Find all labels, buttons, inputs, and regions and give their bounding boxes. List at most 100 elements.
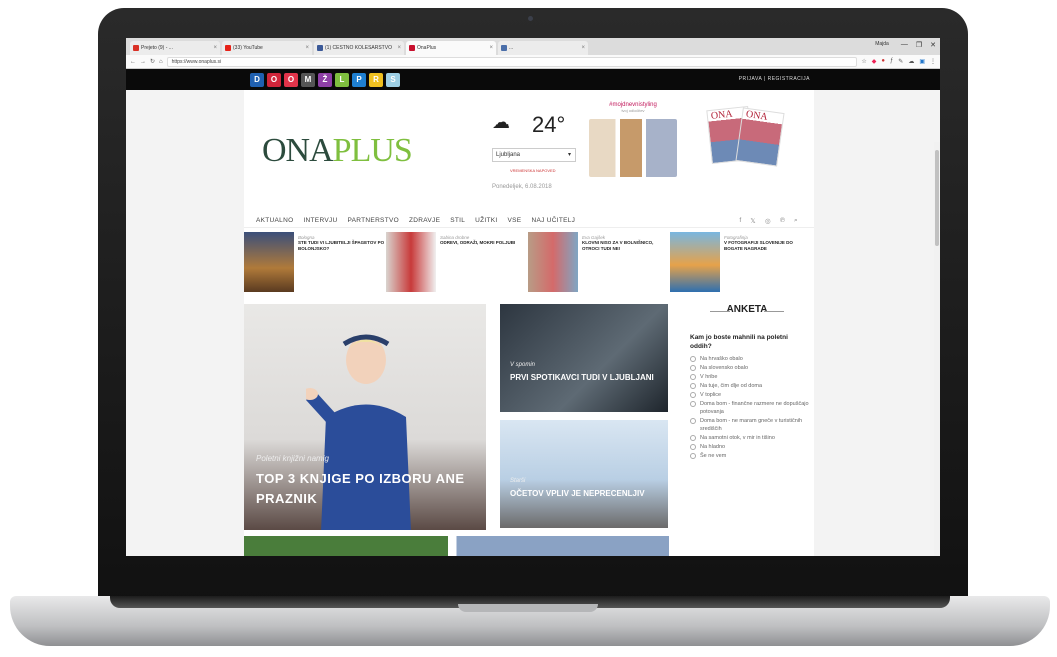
poll-option[interactable]: Doma bom - finančne razmere ne dopuščajo… xyxy=(690,400,810,416)
nav-item-intervju[interactable]: INTERVJU xyxy=(303,217,337,224)
magazine-covers[interactable]: ONA ONA xyxy=(706,104,785,167)
screen: Prejeto (9) - ... × (33) YouTube × (1) CES… xyxy=(126,38,940,556)
network-site-icon[interactable]: S xyxy=(386,72,400,87)
menu-icon[interactable]: ⋮ xyxy=(930,58,936,65)
poll-option[interactable]: V hribe xyxy=(690,373,810,381)
close-icon[interactable]: × xyxy=(305,41,309,55)
url-input[interactable]: https://www.onaplus.si xyxy=(166,56,858,67)
extension-icon[interactable]: ☁ xyxy=(908,58,914,65)
close-icon[interactable]: × xyxy=(489,41,493,55)
promo-banner[interactable]: #mojdnevnistyling tvoj odločitev xyxy=(589,102,677,200)
register-link[interactable]: REGISTRACIJA xyxy=(768,76,810,82)
hero-article[interactable]: Poletni knjižni namig TOP 3 KNJIGE PO IZ… xyxy=(244,304,486,530)
browser-tab[interactable]: ... × xyxy=(498,41,588,55)
browser-tab-active[interactable]: OnaPlus × xyxy=(406,41,496,55)
close-window-button[interactable]: ✕ xyxy=(930,41,936,49)
site-logo[interactable]: ONAPLUS xyxy=(262,132,413,170)
news-title: STE TUDI VI LJUBITELJI ŠPAGETOV PO BOLON… xyxy=(298,240,385,251)
poll-option[interactable]: V toplice xyxy=(690,391,810,399)
browser-tab[interactable]: (33) YouTube × xyxy=(222,41,312,55)
back-icon[interactable]: ← xyxy=(130,59,136,65)
extension-icon[interactable]: ƒ xyxy=(890,58,893,65)
poll-option[interactable]: Še ne vem xyxy=(690,452,810,460)
tab-label: (1) CESTNO KOLESARSTVO xyxy=(325,45,392,51)
twitter-icon[interactable]: 𝕏 xyxy=(750,217,756,225)
nav-item-stil[interactable]: STIL xyxy=(450,217,465,224)
login-link[interactable]: PRIJAVA xyxy=(739,76,762,82)
radio-button[interactable] xyxy=(690,392,696,398)
radio-button[interactable] xyxy=(690,401,696,407)
radio-button[interactable] xyxy=(690,418,696,424)
close-icon[interactable]: × xyxy=(213,41,217,55)
reload-icon[interactable]: ↻ xyxy=(150,58,155,65)
onaplus-icon xyxy=(409,45,415,51)
nav-item-uzitki[interactable]: UŽITKI xyxy=(475,217,497,224)
news-item[interactable]: Bologna STE TUDI VI LJUBITELJI ŠPAGETOV P… xyxy=(244,232,386,292)
radio-button[interactable] xyxy=(690,444,696,450)
news-title: V FOTOGRAFIJI SLOVENIJE DO BOGATE NAGRAD… xyxy=(724,240,793,251)
nav-item-aktualno[interactable]: AKTUALNO xyxy=(256,217,293,224)
radio-button[interactable] xyxy=(690,383,696,389)
extension-icon[interactable]: ◆ xyxy=(872,58,877,65)
forward-icon[interactable]: → xyxy=(140,59,146,65)
news-title: KLOVNI NISO ZA V BOLNIŠNICO, OTROCI TUDI… xyxy=(582,240,654,251)
network-site-icon[interactable]: L xyxy=(335,72,349,87)
poll-option-label: Na tuje, čim dlje od doma xyxy=(700,383,763,389)
network-site-icon[interactable]: D xyxy=(250,72,264,87)
network-site-icon[interactable]: Ž xyxy=(318,72,332,87)
radio-button[interactable] xyxy=(690,356,696,362)
news-item[interactable]: Eva Gajšek KLOVNI NISO ZA V BOLNIŠNICO, O… xyxy=(528,232,670,292)
poll-option[interactable]: Na samotni otok, v mir in tišino xyxy=(690,434,810,442)
radio-button[interactable] xyxy=(690,435,696,441)
scrollbar-thumb[interactable] xyxy=(935,150,939,246)
poll-option[interactable]: Na slovensko obalo xyxy=(690,364,810,372)
network-site-icon[interactable]: R xyxy=(369,72,383,87)
poll-option[interactable]: Doma bom - ne maram gneče v turističnih … xyxy=(690,417,810,433)
radio-button[interactable] xyxy=(690,453,696,459)
network-site-icon[interactable]: O xyxy=(284,72,298,87)
nav-item-partnerstvo[interactable]: PARTNERSTVO xyxy=(348,217,399,224)
extension-icon[interactable]: ● xyxy=(881,58,885,65)
maximize-button[interactable]: ❐ xyxy=(916,41,922,49)
browser-tab[interactable]: (1) CESTNO KOLESARSTVO × xyxy=(314,41,404,55)
network-site-icon[interactable]: M xyxy=(301,72,315,87)
pinterest-icon[interactable]: ℗ xyxy=(780,217,785,225)
network-site-icon[interactable]: P xyxy=(352,72,366,87)
browser-tab[interactable]: Prejeto (9) - ... × xyxy=(130,41,220,55)
article-card[interactable]: V spomin PRVI SPOTIKAVCI TUDI V LJUBLJAN… xyxy=(500,304,668,412)
home-icon[interactable]: ⌂ xyxy=(159,59,163,65)
nav-item-zdravje[interactable]: ZDRAVJE xyxy=(409,217,440,224)
facebook-icon[interactable]: f xyxy=(739,217,741,225)
window-user[interactable]: Majda xyxy=(875,41,889,49)
current-date: Ponedeljek, 6.08.2018 xyxy=(492,184,552,190)
extension-icon[interactable]: ▣ xyxy=(919,58,925,65)
nav-item-naj-ucitelj[interactable]: NAJ UČITELJ xyxy=(531,217,575,224)
scrollbar[interactable] xyxy=(934,142,940,556)
news-thumbnail xyxy=(528,232,578,292)
poll-option[interactable]: Na hrvaško obalo xyxy=(690,355,810,363)
extension-icon[interactable]: ✎ xyxy=(898,58,903,65)
main-navigation: AKTUALNO INTERVJU PARTNERSTVO ZDRAVJE ST… xyxy=(244,214,814,228)
close-icon[interactable]: × xyxy=(397,41,401,55)
article-card[interactable]: Starši OČETOV VPLIV JE NEPRECENLJIV xyxy=(500,420,668,528)
instagram-icon[interactable]: ◎ xyxy=(765,217,771,225)
radio-button[interactable] xyxy=(690,374,696,380)
nav-item-vse[interactable]: VSE xyxy=(508,217,522,224)
news-item[interactable]: Sabina drobne ODREVI, ODRAŽI, MOKRI POLJU… xyxy=(386,232,528,292)
radio-button[interactable] xyxy=(690,365,696,371)
news-item[interactable]: Fotografinja V FOTOGRAFIJI SLOVENIJE DO B… xyxy=(670,232,812,292)
poll-option-label: Na hrvaško obalo xyxy=(700,356,743,362)
poll-option[interactable]: Na hladno xyxy=(690,443,810,451)
network-site-icon[interactable]: O xyxy=(267,72,281,87)
star-icon[interactable]: ☆ xyxy=(861,58,866,65)
network-bar: D O O M Ž L P R S PRIJAVA | REGISTRACIJA xyxy=(126,69,940,90)
poll-option[interactable]: Na tuje, čim dlje od doma xyxy=(690,382,810,390)
close-icon[interactable]: × xyxy=(581,41,585,55)
minimize-button[interactable]: — xyxy=(901,41,908,49)
news-strip: Bologna STE TUDI VI LJUBITELJI ŠPAGETOV P… xyxy=(244,232,814,294)
city-select[interactable]: Ljubljana ▾ xyxy=(492,148,576,162)
page-background: ONAPLUS ☁ 24° Ljubljana ▾ VREMENSKA NAPOV… xyxy=(126,90,940,556)
weather-forecast-link[interactable]: VREMENSKA NAPOVED xyxy=(510,168,556,173)
news-thumbnail xyxy=(244,232,294,292)
search-icon[interactable]: ⌕ xyxy=(794,217,798,225)
